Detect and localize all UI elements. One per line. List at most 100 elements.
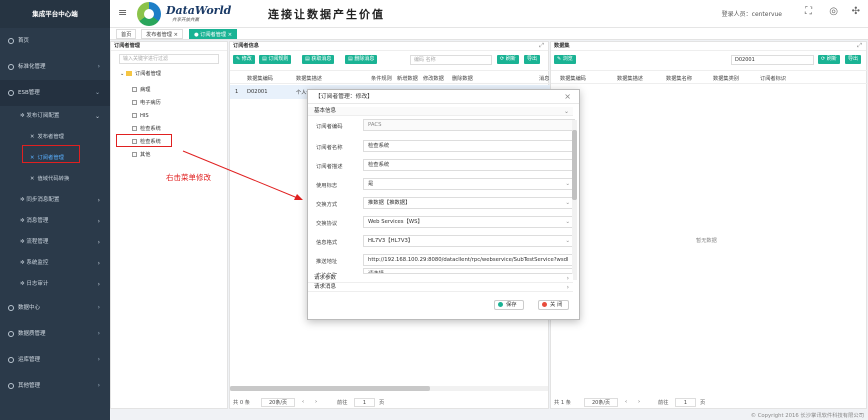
prev-page-icon[interactable]: ‹: [625, 399, 627, 405]
nav-sub-sync[interactable]: ✲ 同步消息配置 ›: [0, 190, 110, 211]
close-icon[interactable]: ×: [564, 90, 571, 104]
fullscreen-exit-icon[interactable]: ✣: [852, 6, 860, 17]
tab-home[interactable]: 首页: [116, 29, 137, 39]
esb-icon: [8, 89, 14, 96]
tree-filter-input[interactable]: 输入关键字进行过滤: [119, 54, 219, 64]
refresh-button[interactable]: ⟳ 刷新: [497, 55, 519, 64]
file-icon: [132, 126, 137, 131]
tree-node[interactable]: 病理: [132, 86, 150, 94]
nav-sub-message[interactable]: ✲ 消息管理 ›: [0, 211, 110, 232]
column-header[interactable]: 删除数据: [452, 75, 473, 82]
nav-sub-label: 消息管理: [26, 218, 49, 224]
column-header[interactable]: 条件规则: [371, 75, 392, 82]
nav-item-repo[interactable]: 运库管理 ›: [0, 347, 110, 373]
nav-sub-monitor[interactable]: ✲ 系统监控 ›: [0, 253, 110, 274]
column-header[interactable]: 数据集描述: [296, 75, 322, 82]
data-icon: [8, 304, 14, 311]
export-button[interactable]: 导出: [524, 55, 541, 64]
refresh-button[interactable]: ⟳ 刷新: [818, 55, 840, 64]
menu-toggle-icon[interactable]: ≡: [118, 7, 127, 18]
file-icon: [132, 87, 137, 92]
chevron-down-icon: ⌄: [94, 113, 100, 120]
field-input[interactable]: HL7V3【HL7V3】 ⌄: [363, 235, 575, 247]
tree-node[interactable]: 电子病历: [132, 99, 161, 107]
column-header[interactable]: 数据集类别: [713, 75, 739, 82]
column-header[interactable]: 订阅者标识: [760, 75, 786, 82]
folder-icon: [126, 71, 132, 76]
close-button[interactable]: 关 闭: [538, 300, 570, 310]
field-input[interactable]: http://192.168.100.29:8080/datacllent/rp…: [363, 254, 575, 266]
nav-item-standard[interactable]: 标准化管理 ›: [0, 54, 110, 80]
standard-icon: [8, 63, 14, 70]
next-page-icon[interactable]: ›: [638, 399, 640, 405]
field-input: PACS: [363, 119, 575, 131]
tree-node[interactable]: HIS: [132, 112, 149, 120]
scroll-thumb[interactable]: [572, 130, 577, 200]
delete-message-button[interactable]: ▤ 删除消息: [345, 55, 378, 64]
save-button[interactable]: 保存: [494, 300, 524, 310]
field-input[interactable]: 检查系统: [363, 140, 575, 152]
column-header[interactable]: 数据集编码: [560, 75, 586, 82]
field-value: 检查系统: [368, 162, 390, 168]
button-label: 获取消息: [311, 56, 332, 62]
dataset-search-input[interactable]: D02001: [731, 55, 814, 65]
page-size-select[interactable]: 20条/页: [584, 398, 618, 407]
browse-button[interactable]: ✎ 浏览: [554, 55, 576, 64]
tree-node[interactable]: 检查系统: [132, 125, 161, 133]
tab-subscriber[interactable]: ● 订阅者管理 ×: [189, 29, 238, 39]
nav-item-home[interactable]: 首页: [0, 28, 110, 54]
expand-icon[interactable]: ⤢: [857, 42, 862, 50]
subscriber-search-input[interactable]: 编码 名称: [410, 55, 492, 65]
export-button[interactable]: 导出: [845, 55, 862, 64]
field-label: 推送地址: [316, 259, 338, 265]
next-page-icon[interactable]: ›: [315, 399, 317, 405]
field-input[interactable]: Web Services【WS】 ⌄: [363, 216, 575, 228]
chevron-down-icon: ⌄: [563, 108, 569, 115]
expand-icon[interactable]: ⤢: [539, 42, 544, 50]
section-request-msg[interactable]: 请求消息 ›: [308, 283, 573, 292]
nav-item-esb[interactable]: ESB管理 ⌄: [0, 80, 110, 106]
user-avatar-icon[interactable]: ◎: [829, 6, 838, 17]
tree-root[interactable]: ⌄ 订阅者管理: [120, 70, 161, 78]
field-label: 交换协议: [316, 221, 338, 227]
tree-node-label: 病理: [140, 87, 151, 93]
page-number-input[interactable]: 1: [354, 398, 375, 407]
prev-page-icon[interactable]: ‹: [302, 399, 304, 405]
page-size-select[interactable]: 20条/页: [261, 398, 295, 407]
section-basic[interactable]: 基本信息 ⌄: [308, 107, 573, 116]
subscribe-rule-button[interactable]: ▤ 订阅规则: [259, 55, 292, 64]
nav-sub-label: 系统监控: [26, 260, 49, 266]
column-header[interactable]: 数据集名称: [666, 75, 692, 82]
section-request-params[interactable]: 请求参数 ›: [308, 274, 573, 283]
column-header[interactable]: 消息: [539, 75, 549, 82]
tab-publisher[interactable]: 发布者管理 ×: [141, 29, 183, 39]
modal-scrollbar[interactable]: [572, 120, 577, 280]
nav-item-data-quality[interactable]: 数据质管理 ›: [0, 321, 110, 347]
field-value: Web Services【WS】: [368, 219, 423, 225]
field-input[interactable]: 是 ⌄: [363, 178, 575, 190]
nav-item-other[interactable]: 其他管理 ›: [0, 373, 110, 399]
nav-sub-audit[interactable]: ✲ 日志审计 ›: [0, 274, 110, 295]
field-input[interactable]: 推数据【推数据】 ⌄: [363, 197, 575, 209]
page-number-input[interactable]: 1: [675, 398, 696, 407]
nav-sub-publish-subscribe[interactable]: ✲ 发布订阅配置 ⌄: [0, 106, 110, 127]
nav-item-data-center[interactable]: 数据中心 ›: [0, 295, 110, 321]
fullscreen-icon[interactable]: ⛶: [805, 6, 812, 17]
button-label: 订阅规则: [268, 56, 289, 62]
column-header[interactable]: 修改数据: [423, 75, 444, 82]
nav-label: 标准化管理: [18, 64, 46, 70]
column-header[interactable]: 数据集编码: [247, 75, 273, 82]
nav-leaf-label: 值域代码转换: [37, 176, 70, 182]
edit-button[interactable]: ✎ 修改: [233, 55, 255, 64]
nav-sub-flow[interactable]: ✲ 流程管理 ›: [0, 232, 110, 253]
field-input[interactable]: 检查系统: [363, 159, 575, 171]
column-header[interactable]: 新增数据: [397, 75, 418, 82]
tree-node-label: 其他: [140, 152, 151, 158]
chevron-down-icon: ⌄: [565, 181, 570, 187]
nav-label: ESB管理: [18, 90, 40, 96]
column-header[interactable]: 数据集描述: [617, 75, 643, 82]
nav-leaf-code-convert[interactable]: ✕ 值域代码转换: [0, 169, 110, 190]
tree-node[interactable]: 其他: [132, 151, 150, 159]
horizontal-scrollbar[interactable]: [230, 386, 548, 391]
fetch-message-button[interactable]: ▤ 获取消息: [302, 55, 335, 64]
